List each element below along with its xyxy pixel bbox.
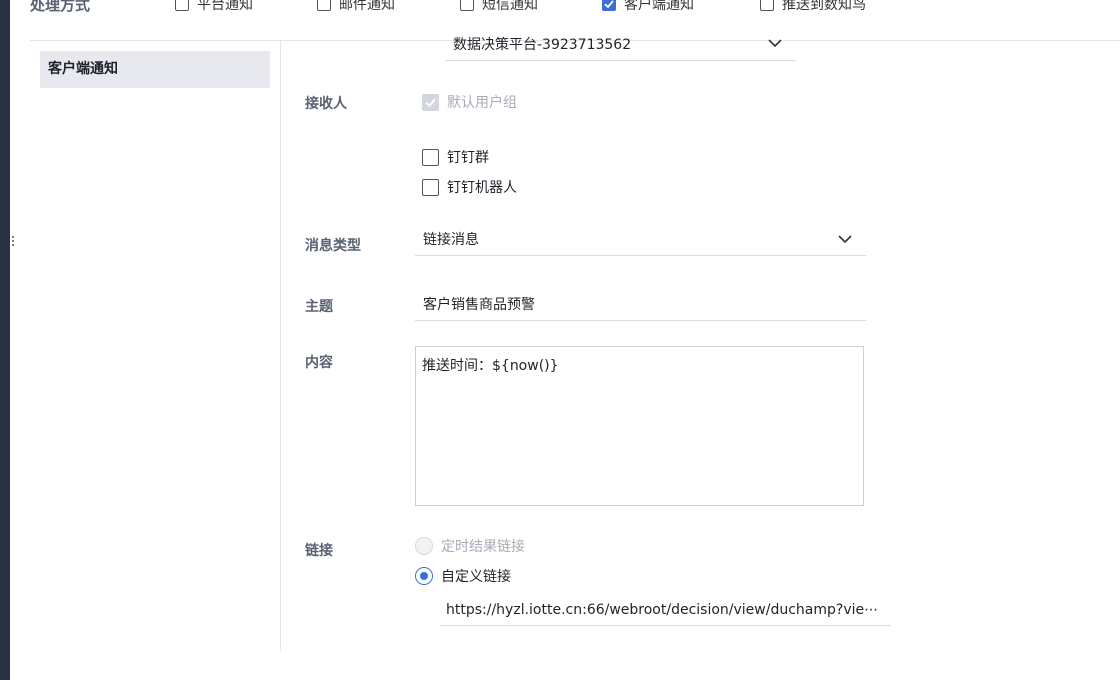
subject-value: 客户销售商品预警 xyxy=(423,297,535,313)
message-type-value: 链接消息 xyxy=(423,232,479,248)
option-platform-notify[interactable]: 平台通知 xyxy=(175,0,253,14)
message-type-label: 消息类型 xyxy=(305,238,361,254)
checkbox-icon[interactable] xyxy=(175,0,189,11)
option-email-notify[interactable]: 邮件通知 xyxy=(317,0,395,14)
resize-handle-icon[interactable] xyxy=(11,234,15,252)
option-label: 钉钉群 xyxy=(447,150,489,166)
dingtalk-robot-option[interactable]: 钉钉机器人 xyxy=(422,177,517,197)
option-sms-notify[interactable]: 短信通知 xyxy=(460,0,538,14)
checkbox-checked-icon[interactable] xyxy=(602,0,616,11)
option-label: 推送到数知鸟 xyxy=(782,0,866,13)
custom-link-input[interactable]: https://hyzl.iotte.cn:66/webroot/decisio… xyxy=(440,596,891,626)
chevron-down-icon xyxy=(838,235,852,244)
message-type-select[interactable]: 链接消息 xyxy=(415,226,866,256)
option-label: 自定义链接 xyxy=(441,569,511,585)
content-label: 内容 xyxy=(305,355,333,371)
option-label: 默认用户组 xyxy=(447,95,517,111)
default-user-group-option: 默认用户组 xyxy=(422,92,517,112)
left-rail xyxy=(0,0,10,680)
handling-methods-row: 处理方式 平台通知 邮件通知 短信通知 客户端通知 推送到数知鸟 xyxy=(0,0,1120,20)
checkbox-icon[interactable] xyxy=(317,0,331,11)
recipients-label: 接收人 xyxy=(305,96,347,112)
dingtalk-group-option[interactable]: 钉钉群 xyxy=(422,147,489,167)
option-label: 平台通知 xyxy=(197,0,253,13)
checkbox-icon[interactable] xyxy=(422,148,439,166)
option-label: 邮件通知 xyxy=(339,0,395,13)
chevron-down-icon xyxy=(768,39,782,48)
option-client-notify[interactable]: 客户端通知 xyxy=(602,0,694,14)
option-label: 钉钉机器人 xyxy=(447,180,517,196)
content-value: 推送时间：${now()} xyxy=(422,358,559,374)
option-label: 定时结果链接 xyxy=(441,539,525,555)
checkbox-icon[interactable] xyxy=(422,178,439,196)
radio-icon xyxy=(415,537,433,555)
checkbox-icon[interactable] xyxy=(460,0,474,11)
link-label: 链接 xyxy=(305,543,333,559)
sidebar-item-client-notify[interactable]: 客户端通知 xyxy=(40,51,270,88)
option-label: 短信通知 xyxy=(482,0,538,13)
scheduled-result-link-option: 定时结果链接 xyxy=(415,536,525,556)
platform-select[interactable]: 数据决策平台-3923713562 xyxy=(445,31,796,61)
content-textarea[interactable]: 推送时间：${now()} xyxy=(415,346,864,506)
subject-label: 主题 xyxy=(305,299,333,315)
subject-input[interactable]: 客户销售商品预警 xyxy=(415,291,866,321)
checkbox-checked-icon xyxy=(422,93,439,111)
platform-select-value: 数据决策平台-3923713562 xyxy=(453,37,632,53)
option-label: 客户端通知 xyxy=(624,0,694,13)
custom-link-option[interactable]: 自定义链接 xyxy=(415,566,511,586)
custom-link-value: https://hyzl.iotte.cn:66/webroot/decisio… xyxy=(446,602,879,618)
option-push-shuzhiniao[interactable]: 推送到数知鸟 xyxy=(760,0,866,14)
divider xyxy=(280,41,281,651)
checkbox-icon[interactable] xyxy=(760,0,774,11)
radio-selected-icon[interactable] xyxy=(415,567,433,585)
handling-methods-title: 处理方式 xyxy=(30,0,91,14)
